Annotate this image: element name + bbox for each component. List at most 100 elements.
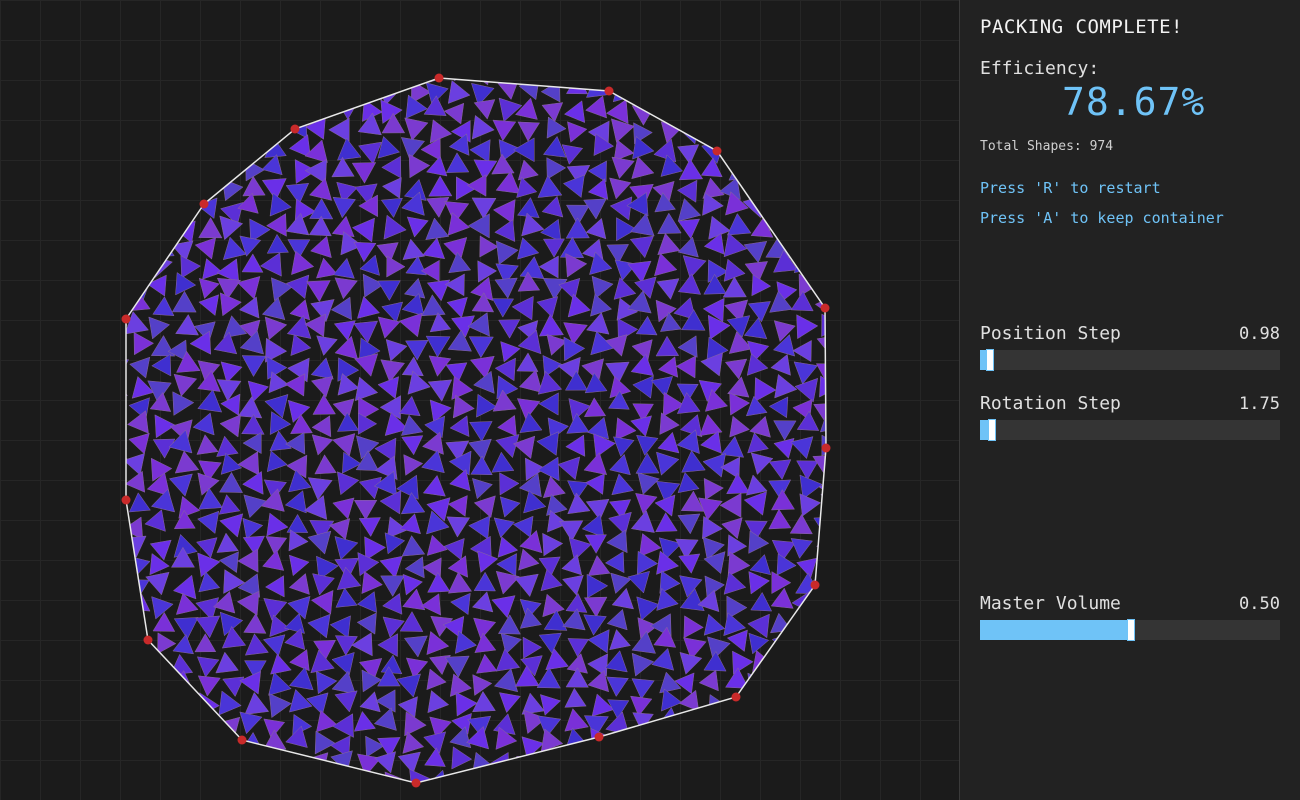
packed-triangle [383, 214, 407, 240]
packed-triangle [517, 159, 539, 181]
packed-triangle [660, 93, 684, 116]
container-vertex[interactable] [712, 146, 722, 156]
packed-triangle [567, 492, 591, 515]
packed-triangle [473, 772, 496, 783]
container-vertex[interactable] [121, 314, 131, 324]
container-vertex[interactable] [434, 73, 444, 83]
packed-triangle [773, 320, 796, 343]
packed-triangle [314, 776, 336, 783]
packed-triangle [679, 588, 705, 612]
packed-triangle [729, 415, 750, 438]
packed-triangle [242, 470, 264, 495]
packed-triangle [405, 340, 429, 361]
packed-triangle [816, 769, 826, 783]
packed-triangle [606, 78, 630, 81]
packed-triangle [471, 197, 497, 220]
container-vertex[interactable] [411, 778, 421, 788]
packed-triangle [427, 690, 450, 714]
container-vertex[interactable] [237, 735, 247, 745]
container-vertex[interactable] [604, 86, 614, 96]
container-vertex[interactable] [594, 732, 604, 742]
packed-triangle [628, 78, 653, 82]
packed-triangle [726, 707, 748, 731]
packed-triangle [754, 78, 777, 102]
packed-triangle [479, 235, 499, 258]
packed-triangle [126, 135, 127, 159]
packed-triangle [493, 771, 515, 783]
packed-triangle [145, 689, 165, 712]
packed-triangle [587, 160, 607, 183]
packed-triangle [609, 177, 632, 200]
packed-triangle [152, 296, 175, 316]
packed-triangle [542, 593, 565, 618]
rotation-step-slider[interactable] [980, 419, 1280, 441]
packed-triangle [403, 454, 424, 476]
packed-triangle [585, 95, 608, 119]
packed-triangle [396, 673, 421, 698]
packed-triangle [406, 216, 429, 238]
packed-triangle [724, 137, 745, 160]
master-volume-handle[interactable] [1127, 619, 1135, 641]
packed-triangle [581, 513, 605, 538]
packed-triangle [794, 377, 819, 403]
packed-triangle [631, 156, 655, 180]
packed-triangle [401, 435, 424, 456]
packed-triangle [820, 650, 826, 672]
packed-triangle [677, 471, 700, 494]
packed-triangle [310, 589, 334, 615]
packed-triangle [126, 233, 129, 258]
packed-triangle [152, 153, 177, 177]
packed-triangle [266, 512, 289, 537]
packed-triangle [562, 754, 585, 775]
packed-triangle [144, 174, 169, 199]
packed-triangle [681, 450, 706, 473]
packed-triangle [816, 276, 826, 299]
packed-triangle [513, 137, 535, 163]
packed-triangle [194, 633, 217, 653]
container-vertex[interactable] [820, 303, 830, 313]
position-step-slider[interactable] [980, 349, 1280, 371]
packed-triangle [499, 472, 520, 496]
packed-triangle [636, 550, 659, 575]
packed-triangle [637, 472, 660, 495]
packed-triangle [546, 157, 567, 180]
master-volume-slider[interactable] [980, 619, 1280, 641]
packed-triangle [126, 610, 131, 632]
packed-triangle [583, 614, 607, 636]
container-vertex[interactable] [143, 635, 153, 645]
packed-triangle [169, 753, 192, 777]
container-vertex[interactable] [810, 580, 820, 590]
packed-triangle [585, 755, 609, 778]
packed-triangle [790, 174, 815, 199]
packed-triangle [425, 197, 450, 218]
packed-triangle [536, 667, 561, 689]
packed-triangle [241, 78, 265, 98]
packed-triangle [398, 395, 421, 417]
rotation-step-handle[interactable] [988, 419, 996, 441]
packed-triangle [469, 139, 491, 163]
packed-triangle [771, 632, 793, 654]
container-vertex[interactable] [821, 443, 831, 453]
container-vertex[interactable] [199, 199, 209, 209]
container-vertex[interactable] [290, 124, 300, 134]
packed-triangle [101, 650, 124, 671]
packed-triangle [796, 410, 820, 431]
packed-triangle [429, 119, 453, 144]
packed-triangle [565, 434, 586, 457]
packed-triangle [564, 687, 587, 708]
packed-triangle [443, 538, 465, 561]
packed-triangle [813, 749, 826, 771]
position-step-handle[interactable] [986, 349, 994, 371]
packed-triangle [538, 392, 559, 416]
packed-triangle [540, 80, 561, 103]
container-vertex[interactable] [121, 495, 131, 505]
container-vertex[interactable] [731, 692, 741, 702]
packed-triangle [796, 314, 819, 340]
packed-triangle [539, 694, 562, 716]
packed-triangle [126, 374, 128, 397]
packed-triangle [104, 680, 125, 699]
packed-triangle [103, 529, 125, 550]
packed-triangle [358, 476, 382, 500]
packed-triangle [400, 492, 426, 515]
packed-triangle [748, 697, 773, 719]
